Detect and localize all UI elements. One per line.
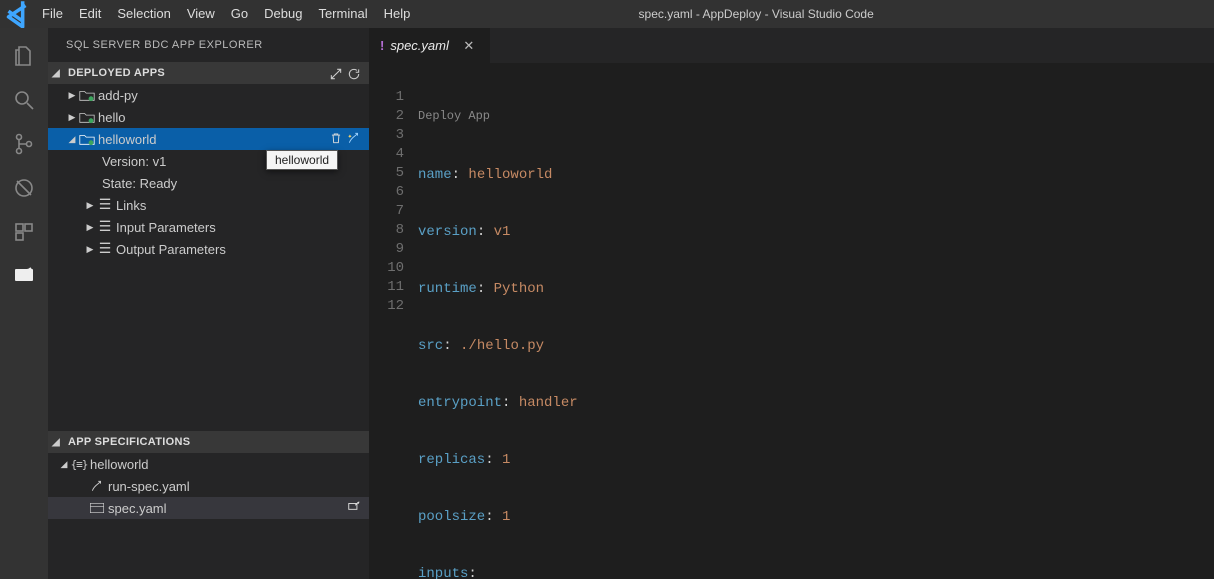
panel-deployed-apps: ◢ DEPLOYED APPS ▶ add-py [48, 62, 369, 431]
tooltip: helloworld [266, 150, 338, 170]
app-links[interactable]: ▶ ☰ Links [48, 194, 369, 216]
tab-label: spec.yaml [390, 38, 449, 53]
menu-edit[interactable]: Edit [71, 0, 109, 28]
chevron-down-icon: ◢ [52, 68, 66, 79]
vscode-logo-icon [0, 0, 34, 31]
chevron-down-icon: ◢ [66, 134, 78, 145]
yaml-lang-icon: ! [380, 38, 384, 53]
delete-icon[interactable] [329, 131, 343, 148]
chevron-right-icon: ▶ [84, 200, 96, 211]
editor-tab[interactable]: ! spec.yaml ✕ [370, 28, 490, 63]
code-editor[interactable]: Deploy App name: helloworld version: v1 … [418, 69, 1214, 579]
refresh-icon[interactable] [345, 65, 363, 81]
chevron-right-icon: ▶ [66, 112, 78, 123]
chevron-right-icon: ▶ [84, 244, 96, 255]
chevron-right-icon: ▶ [84, 222, 96, 233]
app-output-params[interactable]: ▶ ☰ Output Parameters [48, 238, 369, 260]
panel-header-deployed[interactable]: ◢ DEPLOYED APPS [48, 62, 369, 84]
menu-debug[interactable]: Debug [256, 0, 310, 28]
spec-folder[interactable]: ◢ {≡} helloworld [48, 453, 369, 475]
specs-tree: ◢ {≡} helloworld run-spec.yaml s [48, 453, 369, 579]
deployed-apps-tree: ▶ add-py ▶ hello [48, 84, 369, 260]
activity-files-icon[interactable] [0, 34, 48, 78]
spec-file[interactable]: run-spec.yaml [48, 475, 369, 497]
menu-help[interactable]: Help [376, 0, 419, 28]
app-input-params[interactable]: ▶ ☰ Input Parameters [48, 216, 369, 238]
panel-title: APP SPECIFICATIONS [68, 436, 190, 448]
activity-bar [0, 28, 48, 579]
panel-app-specifications: ◢ APP SPECIFICATIONS ◢ {≡} helloworld ru… [48, 431, 369, 579]
panel-header-specs[interactable]: ◢ APP SPECIFICATIONS [48, 431, 369, 453]
list-icon: ☰ [96, 198, 114, 212]
yaml-file-icon [88, 501, 106, 515]
activity-app-deploy-icon[interactable] [0, 254, 48, 298]
menu-view[interactable]: View [179, 0, 223, 28]
app-folder-icon [78, 111, 96, 124]
menu-bar: File Edit Selection View Go Debug Termin… [0, 0, 1214, 28]
menu-selection[interactable]: Selection [109, 0, 178, 28]
close-icon[interactable]: ✕ [461, 38, 477, 54]
app-item-selected[interactable]: ◢ helloworld helloworld [48, 128, 369, 150]
app-detail-state: State: Ready [48, 172, 369, 194]
line-gutter: 1 2 3 4 5 6 7 8 9 10 11 12 [370, 69, 418, 579]
chevron-down-icon: ◢ [52, 437, 66, 448]
sidebar: SQL SERVER BDC APP EXPLORER ◢ DEPLOYED A… [48, 28, 370, 579]
run-spec-icon [88, 479, 106, 493]
menu-go[interactable]: Go [223, 0, 256, 28]
sidebar-title: SQL SERVER BDC APP EXPLORER [48, 28, 369, 62]
spec-file-selected[interactable]: spec.yaml [48, 497, 369, 519]
chevron-down-icon: ◢ [58, 459, 70, 470]
menu-items: File Edit Selection View Go Debug Termin… [34, 0, 418, 28]
editor-area: ! spec.yaml ✕ 1 2 3 4 5 6 7 8 9 10 11 12 [370, 28, 1214, 579]
window-title: spec.yaml - AppDeploy - Visual Studio Co… [418, 7, 1214, 21]
panel-title: DEPLOYED APPS [68, 67, 165, 79]
codelens-deploy[interactable]: Deploy App [418, 107, 1214, 126]
chevron-right-icon: ▶ [66, 90, 78, 101]
app-item[interactable]: ▶ add-py [48, 84, 369, 106]
activity-debug-icon[interactable] [0, 166, 48, 210]
app-label: add-py [98, 88, 138, 103]
run-sparkle-icon[interactable] [347, 131, 361, 148]
app-folder-icon [78, 133, 96, 146]
menu-terminal[interactable]: Terminal [310, 0, 375, 28]
activity-search-icon[interactable] [0, 78, 48, 122]
activity-source-control-icon[interactable] [0, 122, 48, 166]
list-icon: ☰ [96, 220, 114, 234]
editor-tabs: ! spec.yaml ✕ [370, 28, 1214, 63]
connect-icon[interactable] [327, 65, 345, 81]
app-label: helloworld [98, 132, 157, 147]
menu-file[interactable]: File [34, 0, 71, 28]
app-label: hello [98, 110, 125, 125]
app-folder-icon [78, 89, 96, 102]
app-item[interactable]: ▶ hello [48, 106, 369, 128]
activity-extensions-icon[interactable] [0, 210, 48, 254]
braces-icon: {≡} [70, 458, 88, 471]
deploy-icon[interactable] [347, 500, 361, 517]
list-icon: ☰ [96, 242, 114, 256]
